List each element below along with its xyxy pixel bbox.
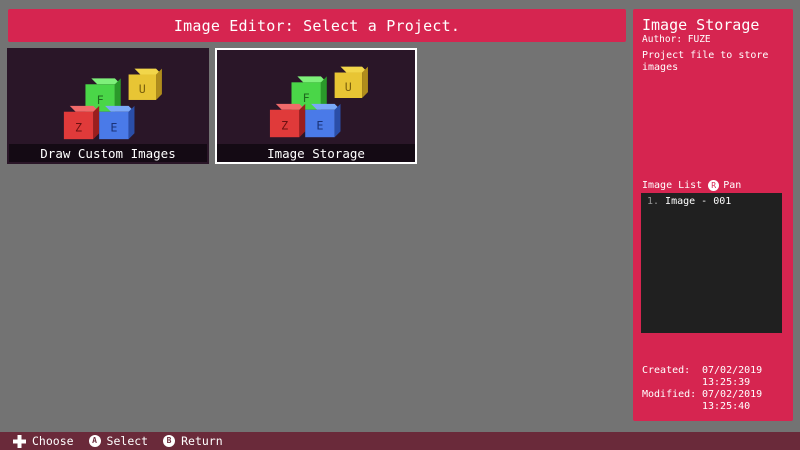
created-label: Created: (642, 365, 691, 376)
list-item-number: 1. (647, 196, 660, 207)
controls-footer: Choose A Select B Return (0, 432, 800, 450)
list-item-name: Image - 001 (665, 196, 732, 207)
project-details-panel: Image Storage Author: FUZE Project file … (633, 9, 793, 421)
select-label: Select (106, 434, 149, 448)
svg-text:Z: Z (281, 118, 288, 132)
svg-text:E: E (110, 120, 117, 134)
image-list-header: Image List R Pan (642, 180, 741, 191)
svg-text:F: F (303, 91, 310, 105)
cubes-thumbnail-icon: U F Z E (269, 66, 368, 138)
modified-info: Modified: 07/02/2019 13:25:40 (642, 389, 762, 412)
cubes-thumbnail-icon: U F Z E (63, 68, 162, 140)
page-title: Image Editor: Select a Project. (173, 16, 461, 35)
dpad-icon (13, 434, 26, 448)
project-author: Author: FUZE (642, 34, 711, 45)
select-hint[interactable]: A Select (88, 434, 149, 448)
project-description: Project file to store images (642, 50, 769, 73)
image-list-heading: Image List (642, 180, 703, 191)
return-label: Return (181, 434, 223, 448)
modified-date: 07/02/2019 (702, 389, 763, 400)
page-title-bar: Image Editor: Select a Project. (8, 9, 626, 42)
created-info: Created: 07/02/2019 13:25:39 (642, 365, 762, 388)
svg-text:U: U (139, 82, 146, 96)
return-hint[interactable]: B Return (163, 434, 223, 448)
project-card-image-storage[interactable]: U F Z E Image Storage (215, 48, 417, 164)
svg-text:F: F (97, 93, 104, 107)
modified-time: 13:25:40 (702, 400, 751, 412)
svg-text:U: U (345, 80, 352, 94)
pan-label: Pan (723, 180, 742, 191)
a-button-icon: A (88, 435, 101, 447)
created-date: 07/02/2019 (702, 365, 763, 376)
svg-text:Z: Z (75, 120, 82, 134)
project-card-label: Draw Custom Images (9, 144, 207, 162)
pan-hint: R Pan (708, 180, 741, 191)
choose-label: Choose (32, 434, 74, 448)
modified-label: Modified: (642, 389, 697, 400)
b-button-icon: B (163, 435, 176, 447)
r-stick-icon: R (708, 180, 720, 191)
project-card-label: Image Storage (217, 144, 415, 162)
choose-hint: Choose (13, 434, 74, 448)
project-title: Image Storage (642, 16, 760, 34)
image-list[interactable]: 1. Image - 001 (641, 193, 782, 333)
svg-text:E: E (316, 118, 323, 132)
created-time: 13:25:39 (702, 376, 751, 388)
project-card-draw-custom-images[interactable]: U F Z E Draw Custom Images (7, 48, 209, 164)
list-item[interactable]: 1. Image - 001 (647, 196, 731, 207)
